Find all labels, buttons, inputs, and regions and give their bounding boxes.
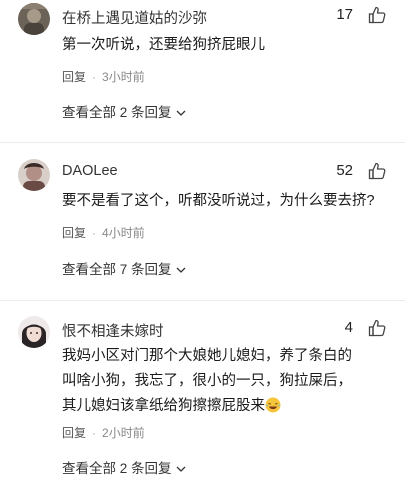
thumbs-up-icon[interactable]	[367, 5, 387, 25]
like-count: 17	[336, 6, 353, 23]
separator-dot: ·	[92, 226, 97, 240]
chevron-down-icon	[176, 110, 185, 117]
separator-dot: ·	[92, 426, 97, 440]
avatar[interactable]	[18, 3, 50, 35]
timestamp: 3小时前	[102, 70, 145, 84]
reply-button[interactable]: 回复	[62, 226, 86, 240]
reply-button[interactable]: 回复	[62, 426, 86, 440]
comment-text: 要不是看了这个，听都没听说过，为什么要去挤?	[62, 193, 375, 209]
chevron-down-icon	[176, 466, 185, 473]
laughing-crying-emoji-icon	[265, 397, 281, 413]
avatar[interactable]	[18, 316, 50, 348]
view-all-replies-label: 查看全部 7 条回复	[62, 262, 172, 277]
comment-meta: 回复 · 3小时前	[62, 68, 145, 85]
comment-text: 我妈小区对门那个大娘她儿媳妇，养了条白的叫啥小狗，我忘了，很小的一只，狗拉屎后，…	[62, 344, 352, 419]
username[interactable]: 在桥上遇见道姑的沙弥	[62, 7, 207, 28]
comment-meta: 回复 · 4小时前	[62, 224, 145, 241]
view-all-replies-label: 查看全部 2 条回复	[62, 461, 172, 476]
thumbs-up-icon[interactable]	[367, 161, 387, 181]
username[interactable]: DAOLee	[62, 163, 118, 179]
view-all-replies-link[interactable]: 查看全部 7 条回复	[62, 258, 186, 278]
divider	[0, 300, 405, 301]
divider	[0, 142, 405, 143]
like-count: 4	[344, 319, 353, 336]
view-all-replies-link[interactable]: 查看全部 2 条回复	[62, 101, 186, 121]
view-all-replies-label: 查看全部 2 条回复	[62, 105, 172, 120]
reply-button[interactable]: 回复	[62, 70, 86, 84]
timestamp: 2小时前	[102, 426, 145, 440]
separator-dot: ·	[92, 70, 97, 84]
username[interactable]: 恨不相逢未嫁时	[62, 320, 164, 341]
timestamp: 4小时前	[102, 226, 145, 240]
like-count: 52	[336, 162, 353, 179]
comment-meta: 回复 · 2小时前	[62, 424, 145, 441]
comment-list: 在桥上遇见道姑的沙弥 17 第一次听说，还要给狗挤屁眼儿 回复 · 3小时前 查看全…	[0, 0, 405, 494]
thumbs-up-icon[interactable]	[367, 318, 387, 338]
chevron-down-icon	[176, 267, 185, 274]
view-all-replies-link[interactable]: 查看全部 2 条回复	[62, 457, 186, 477]
avatar[interactable]	[18, 159, 50, 191]
comment-text: 第一次听说，还要给狗挤屁眼儿	[62, 37, 265, 53]
comment-text-content: 我妈小区对门那个大娘她儿媳妇，养了条白的叫啥小狗，我忘了，很小的一只，狗拉屎后，…	[62, 348, 352, 414]
